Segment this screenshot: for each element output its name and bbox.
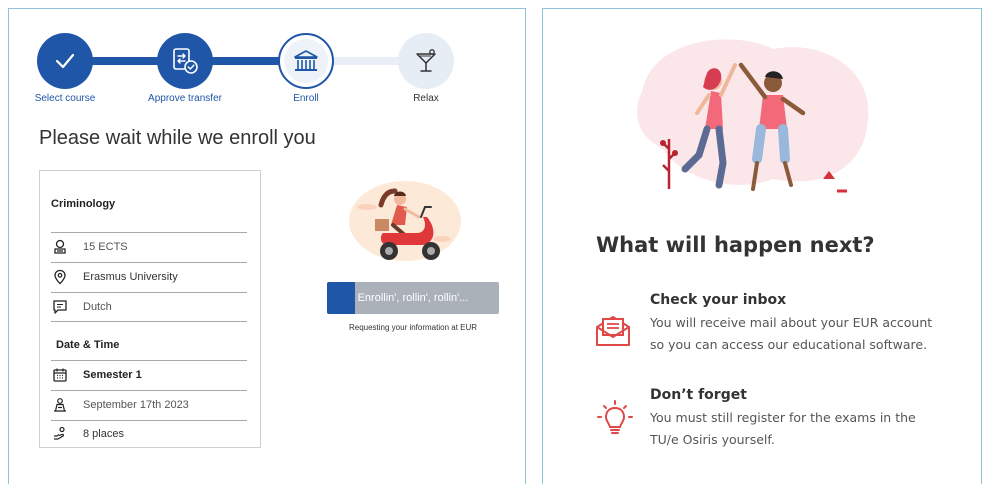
- course-places: 8 places: [83, 428, 124, 440]
- step-enroll: [278, 33, 334, 89]
- location-pin-icon: [51, 268, 69, 286]
- step-label-relax: Relax: [413, 93, 439, 104]
- progress-label: Enrollin', rollin', rollin'...: [357, 292, 469, 304]
- calendar-people-icon: [51, 396, 69, 414]
- step-relax: [398, 33, 454, 89]
- reminder-text-line2: TU/e Osiris yourself.: [650, 432, 775, 447]
- divider: [51, 321, 247, 322]
- next-steps-title: What will happen next?: [596, 233, 875, 257]
- mail-inbox-icon: [593, 309, 633, 349]
- inbox-text-line1: You will receive mail about your EUR acc…: [650, 315, 933, 330]
- step-label-enroll: Enroll: [293, 93, 319, 104]
- check-icon: [55, 53, 75, 69]
- progress-stepper: Select course Approve transfer Enroll Re…: [9, 9, 525, 119]
- next-steps-panel: What will happen next? Check your inbox …: [542, 8, 982, 484]
- chat-icon: [51, 298, 69, 316]
- certificate-icon: [51, 238, 69, 256]
- inbox-text-line2: so you can access our educational softwa…: [650, 337, 928, 352]
- course-language-row: Dutch: [51, 293, 247, 321]
- inbox-heading: Check your inbox: [650, 292, 787, 308]
- enroll-progress-bar: Enrollin', rollin', rollin'...: [327, 282, 499, 314]
- course-ects: 15 ECTS: [83, 241, 128, 253]
- institution-icon: [294, 50, 318, 71]
- step-approve-transfer: [157, 33, 213, 89]
- cocktail-icon: [416, 49, 436, 72]
- reminder-heading: Don’t forget: [650, 387, 747, 403]
- lightbulb-icon: [595, 399, 635, 439]
- step-label-approve-transfer: Approve transfer: [148, 93, 222, 104]
- step-label-select-course: Select course: [34, 93, 96, 104]
- transfer-approve-icon: [173, 48, 198, 74]
- datetime-heading: Date & Time: [56, 339, 120, 351]
- high-five-illustration: [623, 29, 883, 219]
- course-semester-row: Semester 1: [51, 361, 247, 389]
- reminder-text-line1: You must still register for the exams in…: [650, 410, 916, 425]
- course-ects-row: 15 ECTS: [51, 233, 247, 261]
- course-semester: Semester 1: [83, 369, 142, 381]
- page-title: Please wait while we enroll you: [39, 127, 316, 149]
- step-select-course: [37, 33, 93, 89]
- enroll-panel: Select course Approve transfer Enroll Re…: [8, 8, 526, 484]
- progress-status: Requesting your information at EUR: [348, 323, 478, 332]
- course-name: Criminology: [51, 198, 116, 210]
- course-card: Criminology 15 ECTS Erasmus University D…: [39, 170, 261, 448]
- scooter-illustration: [347, 177, 463, 275]
- course-university-row: Erasmus University: [51, 263, 247, 291]
- course-language: Dutch: [83, 301, 112, 313]
- course-date: September 17th 2023: [83, 399, 189, 411]
- course-university: Erasmus University: [83, 271, 178, 283]
- course-date-row: September 17th 2023: [51, 391, 247, 419]
- course-places-row: 8 places: [51, 420, 247, 448]
- seat-hand-icon: [51, 425, 69, 443]
- calendar-icon: [51, 366, 69, 384]
